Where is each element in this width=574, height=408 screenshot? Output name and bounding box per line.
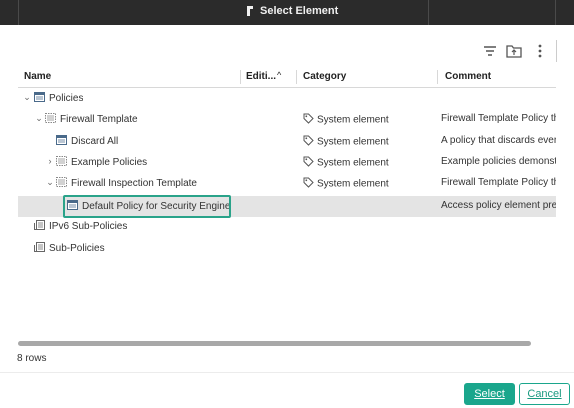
column-header-comment[interactable]: Comment [445, 71, 491, 82]
tag-icon [303, 113, 314, 127]
filter-icon[interactable] [481, 42, 499, 60]
row-name: Discard All [56, 135, 118, 148]
title-bar: Select Element [0, 0, 574, 25]
table-row[interactable]: Sub-Policies [18, 238, 556, 259]
row-name-text: Firewall Template [60, 114, 138, 126]
sub-policy-icon [34, 220, 45, 233]
tag-icon [303, 135, 314, 149]
row-comment: Firewall Template Policy tha [441, 177, 556, 188]
chevron-down-icon[interactable]: ⌄ [34, 113, 44, 123]
row-name-text: Policies [49, 93, 84, 105]
row-name: Firewall Inspection Template [56, 177, 197, 190]
tag-icon [303, 156, 314, 170]
row-name-text: Example Policies [71, 157, 148, 169]
row-name-text: Discard All [71, 136, 119, 148]
row-name: Policies [34, 92, 83, 105]
selection-highlight [63, 195, 231, 218]
rows-count: 8 rows [17, 353, 47, 364]
row-name: Example Policies [56, 156, 147, 169]
row-category-text: System element [317, 114, 389, 126]
row-category: System element [303, 156, 389, 170]
row-name-text: IPv6 Sub-Policies [49, 221, 128, 233]
row-name-text: Firewall Inspection Template [71, 178, 197, 190]
row-category-text: System element [317, 136, 389, 148]
row-comment: Access policy element pre- [441, 200, 556, 211]
titlebar-separator [428, 0, 429, 25]
column-divider[interactable] [296, 70, 297, 84]
table-row[interactable]: ⌄ Firewall Template System element Firew… [18, 109, 556, 130]
table-row[interactable]: IPv6 Sub-Policies [18, 216, 556, 237]
select-button[interactable]: Select [464, 383, 515, 405]
column-header-category[interactable]: Category [303, 71, 346, 82]
row-name: IPv6 Sub-Policies [34, 220, 127, 233]
sub-policy-icon [34, 242, 45, 255]
toolbar-divider [556, 40, 557, 62]
column-header-editing[interactable]: Editi... [246, 71, 276, 82]
row-category-text: System element [317, 178, 389, 190]
row-name: Sub-Policies [34, 242, 105, 255]
policy-list-icon [34, 92, 45, 105]
title-wrap: Select Element [246, 5, 338, 17]
row-name-text: Sub-Policies [49, 243, 105, 255]
footer-divider [0, 372, 574, 373]
chevron-right-icon[interactable]: › [45, 156, 55, 166]
row-category: System element [303, 177, 389, 191]
table-header: Name Editi... ^ Category Comment [18, 68, 556, 86]
row-comment: A policy that discards every [441, 135, 556, 146]
template-icon [56, 156, 67, 169]
scrollbar-thumb[interactable] [18, 341, 531, 346]
template-icon [45, 113, 56, 126]
table-row[interactable]: ⌄ Policies [18, 88, 556, 109]
cancel-button[interactable]: Cancel [519, 383, 570, 405]
policy-icon [56, 135, 67, 148]
tag-icon [303, 177, 314, 191]
app-logo-icon [246, 5, 254, 17]
more-vertical-icon[interactable] [531, 42, 549, 60]
titlebar-separator [18, 0, 19, 25]
row-comment: Firewall Template Policy tha [441, 113, 556, 124]
column-divider[interactable] [437, 70, 438, 84]
titlebar-separator [555, 0, 556, 25]
window-title: Select Element [260, 5, 339, 17]
chevron-down-icon[interactable]: ⌄ [22, 92, 32, 102]
table-row[interactable]: › Example Policies System element Exampl… [18, 152, 556, 173]
row-name: Firewall Template [45, 113, 138, 126]
sort-ascending-icon[interactable]: ^ [277, 70, 281, 80]
template-icon [56, 177, 67, 190]
table-row[interactable]: Discard All System element A policy that… [18, 131, 556, 152]
row-category-text: System element [317, 157, 389, 169]
horizontal-scrollbar[interactable] [18, 340, 556, 346]
chevron-down-icon[interactable]: ⌄ [45, 177, 55, 187]
row-comment: Example policies demonstra [441, 156, 556, 167]
column-header-name[interactable]: Name [24, 71, 51, 82]
table-row[interactable]: ⌄ Firewall Inspection Template System el… [18, 173, 556, 194]
folder-icon[interactable] [505, 42, 523, 60]
row-category: System element [303, 113, 389, 127]
column-divider[interactable] [240, 70, 241, 84]
row-category: System element [303, 135, 389, 149]
